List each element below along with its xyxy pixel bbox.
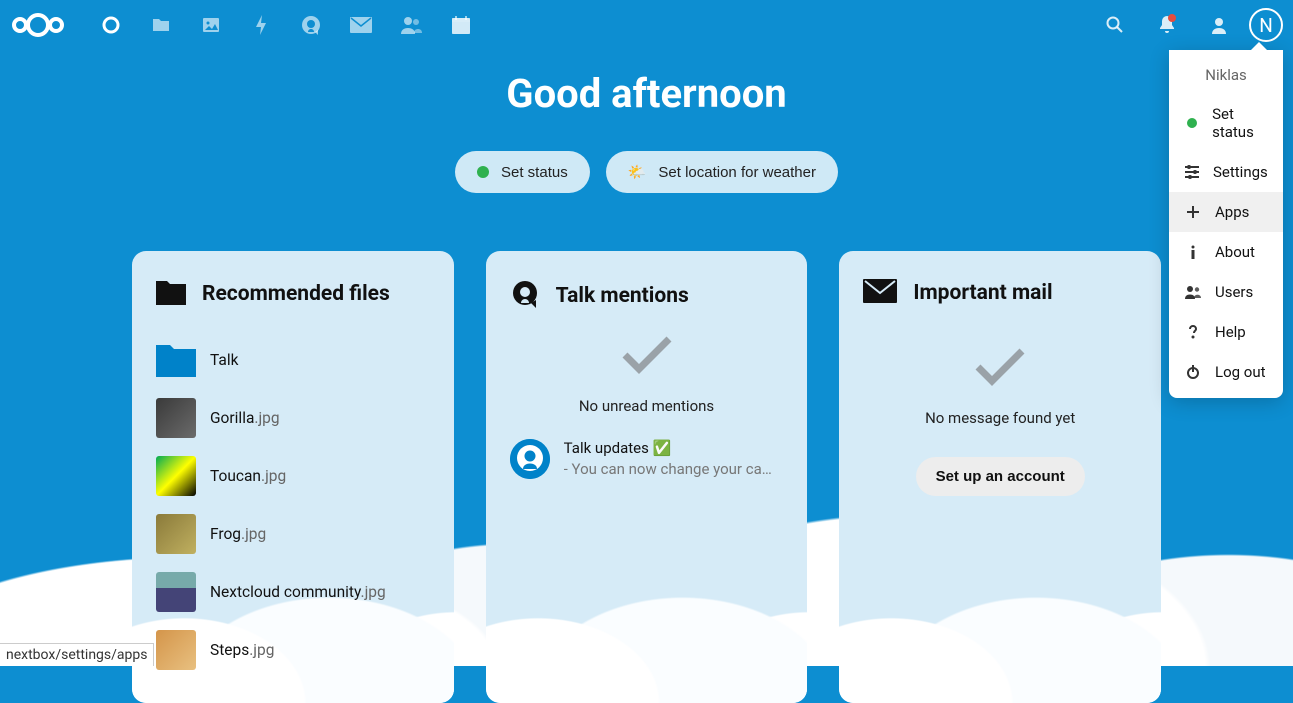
nav-talk[interactable]: [286, 0, 336, 50]
help-icon: [1185, 324, 1201, 340]
nextcloud-logo[interactable]: [10, 10, 66, 40]
file-name: Nextcloud community.jpg: [210, 583, 386, 601]
card-header: Recommended files: [156, 279, 430, 309]
dropdown-about[interactable]: About: [1169, 232, 1283, 272]
weather-icon: 🌤️: [628, 163, 647, 181]
dropdown-label: Log out: [1215, 363, 1266, 381]
setup-account-button[interactable]: Set up an account: [916, 457, 1085, 496]
card-title: Recommended files: [202, 282, 390, 306]
set-location-button[interactable]: 🌤️ Set location for weather: [606, 151, 838, 193]
nav-calendar[interactable]: [436, 0, 486, 50]
topbar: N: [0, 0, 1293, 50]
greeting-title: Good afternoon: [0, 70, 1293, 117]
image-thumb: [156, 514, 196, 554]
file-name: Gorilla.jpg: [210, 409, 280, 427]
file-name: Frog.jpg: [210, 525, 266, 543]
card-header: Talk mentions: [510, 279, 784, 313]
image-thumb: [156, 630, 196, 670]
dropdown-label: Set status: [1212, 105, 1267, 141]
check-icon: [973, 347, 1027, 387]
user-dropdown: Niklas Set status Settings Apps About Us…: [1169, 50, 1283, 398]
contacts-menu-icon[interactable]: [1197, 3, 1241, 47]
card-title: Talk mentions: [556, 284, 689, 308]
info-icon: [1185, 245, 1201, 259]
notification-dot: [1168, 14, 1176, 22]
mention-title: Talk updates ✅: [564, 439, 784, 457]
mention-content: Talk updates ✅ - You can now change your…: [564, 439, 784, 478]
file-name: Steps.jpg: [210, 641, 274, 659]
users-icon: [1185, 285, 1201, 299]
dropdown-label: About: [1215, 243, 1255, 261]
folder-thumb-icon: [156, 340, 196, 380]
settings-icon: [1185, 165, 1199, 179]
card-talk-mentions: Talk mentions No unread mentions Talk up…: [486, 251, 808, 703]
nav-dashboard[interactable]: [86, 0, 136, 50]
file-item-gorilla[interactable]: Gorilla.jpg: [156, 389, 430, 447]
dropdown-label: Help: [1215, 323, 1246, 341]
dropdown-logout[interactable]: Log out: [1169, 352, 1283, 392]
dropdown-label: Apps: [1215, 203, 1249, 221]
nav-contacts[interactable]: [386, 0, 436, 50]
set-status-button[interactable]: Set status: [455, 151, 590, 193]
empty-text: No message found yet: [863, 409, 1137, 427]
topbar-right: N: [1093, 3, 1283, 47]
dropdown-settings[interactable]: Settings: [1169, 152, 1283, 192]
folder-icon: [156, 279, 186, 309]
file-item-toucan[interactable]: Toucan.jpg: [156, 447, 430, 505]
talk-icon: [510, 279, 540, 313]
file-list: Talk Gorilla.jpg Toucan.jpg Frog.jpg Nex…: [156, 331, 430, 679]
card-header: Important mail: [863, 279, 1137, 307]
dropdown-username: Niklas: [1169, 56, 1283, 94]
dropdown-users[interactable]: Users: [1169, 272, 1283, 312]
nav-activity[interactable]: [236, 0, 286, 50]
plus-icon: [1185, 205, 1201, 219]
card-important-mail: Important mail No message found yet Set …: [839, 251, 1161, 703]
status-dot-icon: [1187, 118, 1197, 128]
check-icon: [620, 335, 674, 375]
dropdown-apps[interactable]: Apps: [1169, 192, 1283, 232]
user-initial: N: [1259, 14, 1273, 37]
search-icon[interactable]: [1093, 3, 1137, 47]
dropdown-label: Users: [1215, 283, 1253, 301]
empty-text: No unread mentions: [510, 397, 784, 415]
greeting-section: Good afternoon Set status 🌤️ Set locatio…: [0, 70, 1293, 193]
pill-row: Set status 🌤️ Set location for weather: [0, 151, 1293, 193]
status-dot-icon: [477, 166, 489, 178]
notifications-icon[interactable]: [1145, 3, 1189, 47]
pill-label: Set location for weather: [658, 164, 816, 181]
mail-icon: [863, 279, 897, 307]
card-recommended-files: Recommended files Talk Gorilla.jpg Touca…: [132, 251, 454, 703]
image-thumb: [156, 456, 196, 496]
file-item-frog[interactable]: Frog.jpg: [156, 505, 430, 563]
file-name: Toucan.jpg: [210, 467, 286, 485]
dropdown-label: Settings: [1213, 163, 1268, 181]
nav-files[interactable]: [136, 0, 186, 50]
card-title: Important mail: [913, 281, 1052, 305]
pill-label: Set status: [501, 164, 568, 181]
file-item-steps[interactable]: Steps.jpg: [156, 621, 430, 679]
nav-photos[interactable]: [186, 0, 236, 50]
power-icon: [1185, 365, 1201, 379]
file-name: Talk: [210, 351, 238, 369]
nav-mail[interactable]: [336, 0, 386, 50]
user-avatar[interactable]: N: [1249, 8, 1283, 42]
talk-avatar-icon: [510, 439, 550, 479]
nav-icons: [86, 0, 486, 50]
dropdown-help[interactable]: Help: [1169, 312, 1283, 352]
image-thumb: [156, 398, 196, 438]
mention-item[interactable]: Talk updates ✅ - You can now change your…: [510, 439, 784, 479]
file-item-nextcloud-community[interactable]: Nextcloud community.jpg: [156, 563, 430, 621]
cards-row: Recommended files Talk Gorilla.jpg Touca…: [0, 251, 1293, 703]
empty-state: No unread mentions: [510, 335, 784, 415]
mention-subtitle: - You can now change your came…: [564, 460, 784, 478]
image-thumb: [156, 572, 196, 612]
empty-state: No message found yet Set up an account: [863, 347, 1137, 496]
status-bar-link: nextbox/settings/apps: [0, 643, 154, 666]
dropdown-set-status[interactable]: Set status: [1169, 94, 1283, 152]
file-item-talk[interactable]: Talk: [156, 331, 430, 389]
